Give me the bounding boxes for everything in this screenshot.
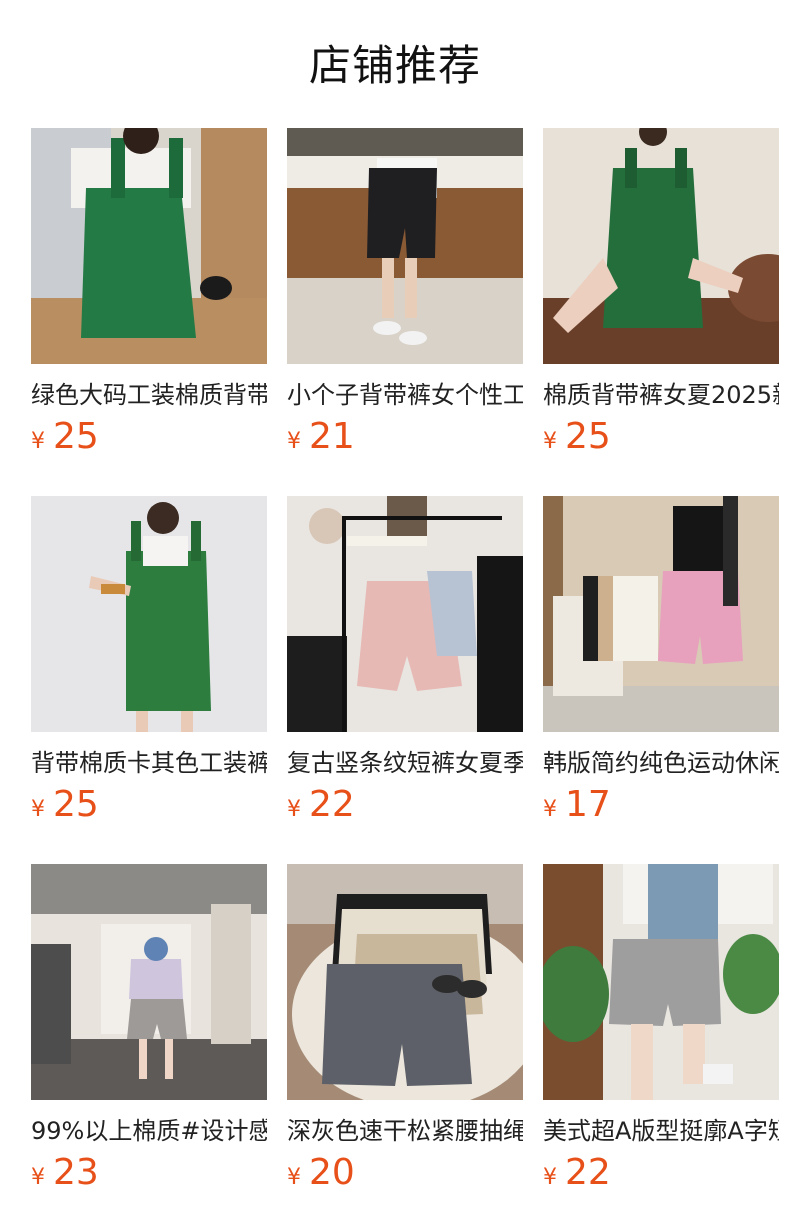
product-card[interactable]: 小个子背带裤女个性工装 ¥ 21 xyxy=(287,128,523,496)
product-price: ¥ 22 xyxy=(543,1152,779,1196)
product-card[interactable]: 美式超A版型挺廓A字短裤 ¥ 22 xyxy=(543,864,779,1232)
currency-symbol: ¥ xyxy=(31,429,45,454)
product-title[interactable]: 韩版简约纯色运动休闲短裤 xyxy=(543,746,779,780)
currency-symbol: ¥ xyxy=(543,1165,557,1190)
product-title[interactable]: 棉质背带裤女夏2025新款 xyxy=(543,378,779,412)
product-title[interactable]: 绿色大码工装棉质背带裤 xyxy=(31,378,267,412)
product-price: ¥ 17 xyxy=(543,784,779,828)
currency-symbol: ¥ xyxy=(543,797,557,822)
product-card[interactable]: 深灰色速干松紧腰抽绳短裤 ¥ 20 xyxy=(287,864,523,1232)
product-image[interactable] xyxy=(287,496,523,732)
product-price: ¥ 22 xyxy=(287,784,523,828)
price-value: 20 xyxy=(309,1152,355,1193)
product-price: ¥ 25 xyxy=(31,784,267,828)
currency-symbol: ¥ xyxy=(287,797,301,822)
price-value: 22 xyxy=(309,784,355,825)
product-image[interactable] xyxy=(31,496,267,732)
product-image[interactable] xyxy=(543,496,779,732)
product-price: ¥ 23 xyxy=(31,1152,267,1196)
product-image[interactable] xyxy=(543,864,779,1100)
product-title[interactable]: 背带棉质卡其色工装裤 xyxy=(31,746,267,780)
product-title[interactable]: 深灰色速干松紧腰抽绳短裤 xyxy=(287,1114,523,1148)
product-image[interactable] xyxy=(31,128,267,364)
product-price: ¥ 25 xyxy=(543,416,779,460)
price-value: 23 xyxy=(53,1152,99,1193)
currency-symbol: ¥ xyxy=(287,1165,301,1190)
section-title: 店铺推荐 xyxy=(308,41,481,90)
product-title[interactable]: 小个子背带裤女个性工装 xyxy=(287,378,523,412)
product-card[interactable]: 99%以上棉质#设计感短裤 ¥ 23 xyxy=(31,864,267,1232)
price-value: 21 xyxy=(309,416,355,457)
product-image[interactable] xyxy=(287,128,523,364)
currency-symbol: ¥ xyxy=(287,429,301,454)
currency-symbol: ¥ xyxy=(31,1165,45,1190)
product-title[interactable]: 99%以上棉质#设计感短裤 xyxy=(31,1114,267,1148)
product-image[interactable] xyxy=(543,128,779,364)
price-value: 25 xyxy=(53,416,99,457)
price-value: 25 xyxy=(53,784,99,825)
product-image[interactable] xyxy=(31,864,267,1100)
product-card[interactable]: 复古竖条纹短裤女夏季 ¥ 22 xyxy=(287,496,523,864)
product-card[interactable]: 绿色大码工装棉质背带裤 ¥ 25 xyxy=(31,128,267,496)
product-price: ¥ 25 xyxy=(31,416,267,460)
price-value: 22 xyxy=(565,1152,611,1193)
price-value: 25 xyxy=(565,416,611,457)
product-card[interactable]: 背带棉质卡其色工装裤 ¥ 25 xyxy=(31,496,267,864)
product-price: ¥ 21 xyxy=(287,416,523,460)
store-recommendations-page: 店铺推荐 绿色大码工装棉质背带裤 ¥ xyxy=(0,0,790,1232)
product-image[interactable] xyxy=(287,864,523,1100)
product-price: ¥ 20 xyxy=(287,1152,523,1196)
price-value: 17 xyxy=(565,784,611,825)
product-card[interactable]: 棉质背带裤女夏2025新款 ¥ 25 xyxy=(543,128,779,496)
product-title[interactable]: 美式超A版型挺廓A字短裤 xyxy=(543,1114,779,1148)
currency-symbol: ¥ xyxy=(543,429,557,454)
product-grid: 绿色大码工装棉质背带裤 ¥ 25 xyxy=(31,128,779,1232)
currency-symbol: ¥ xyxy=(31,797,45,822)
product-card[interactable]: 韩版简约纯色运动休闲短裤 ¥ 17 xyxy=(543,496,779,864)
product-title[interactable]: 复古竖条纹短裤女夏季 xyxy=(287,746,523,780)
